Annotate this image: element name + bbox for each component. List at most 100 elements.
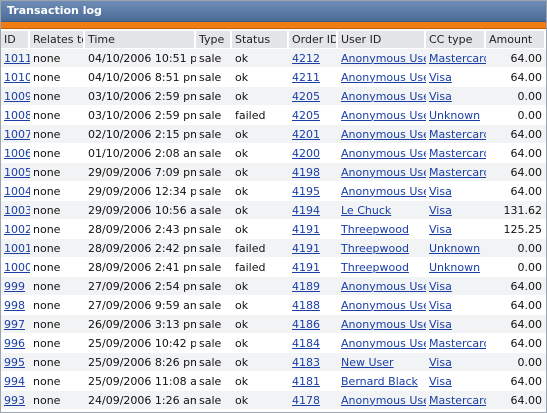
cc-type-link[interactable]: Visa bbox=[429, 90, 452, 103]
transaction-id-link[interactable]: 1009 bbox=[4, 90, 30, 103]
id-cell: 998 bbox=[1, 296, 30, 315]
transaction-id-link[interactable]: 1001 bbox=[4, 242, 30, 255]
column-header-cc-type[interactable]: CC type bbox=[426, 31, 486, 49]
column-header-amount[interactable]: Amount bbox=[486, 31, 546, 49]
cc-type-link[interactable]: Mastercard bbox=[429, 394, 486, 407]
cc-cell: Visa bbox=[426, 296, 486, 315]
order-id-link[interactable]: 4188 bbox=[292, 299, 320, 312]
user-id-link[interactable]: Anonymous User bbox=[341, 166, 426, 179]
amount-cell: 131.62 bbox=[503, 203, 543, 217]
transaction-id-link[interactable]: 998 bbox=[4, 299, 25, 312]
cc-type-link[interactable]: Mastercard bbox=[429, 147, 486, 160]
transaction-id-link[interactable]: 1003 bbox=[4, 204, 30, 217]
cc-type-link[interactable]: Visa bbox=[429, 375, 452, 388]
transaction-id-link[interactable]: 994 bbox=[4, 375, 25, 388]
order-id-link[interactable]: 4201 bbox=[292, 128, 320, 141]
order-id-link[interactable]: 4198 bbox=[292, 166, 320, 179]
amount-cell: 0.00 bbox=[486, 258, 546, 277]
order-id-link[interactable]: 4189 bbox=[292, 280, 320, 293]
order-id-link[interactable]: 4191 bbox=[292, 242, 320, 255]
user-id-link[interactable]: Anonymous User bbox=[341, 109, 426, 122]
transaction-id-link[interactable]: 1006 bbox=[4, 147, 30, 160]
user-id-link[interactable]: Anonymous User bbox=[341, 147, 426, 160]
column-header-relates-to[interactable]: Relates to bbox=[30, 31, 85, 49]
transaction-id-link[interactable]: 1007 bbox=[4, 128, 30, 141]
order-id-link[interactable]: 4191 bbox=[292, 223, 320, 236]
cc-type-link[interactable]: Visa bbox=[429, 71, 452, 84]
order-id-link[interactable]: 4200 bbox=[292, 147, 320, 160]
column-header-user-id[interactable]: User ID bbox=[338, 31, 426, 49]
transaction-id-link[interactable]: 1008 bbox=[4, 109, 30, 122]
user-id-link[interactable]: New User bbox=[341, 356, 394, 369]
cc-cell: Visa bbox=[426, 220, 486, 239]
cc-type-link[interactable]: Mastercard bbox=[429, 337, 486, 350]
user-id-link[interactable]: Anonymous User bbox=[341, 280, 426, 293]
transaction-id-link[interactable]: 997 bbox=[4, 318, 25, 331]
column-header-type[interactable]: Type bbox=[196, 31, 232, 49]
cc-cell: Visa bbox=[426, 201, 486, 220]
cc-type-link[interactable]: Mastercard bbox=[429, 166, 486, 179]
cc-type-link[interactable]: Visa bbox=[429, 318, 452, 331]
cc-type-link[interactable]: Visa bbox=[429, 299, 452, 312]
column-header-time[interactable]: Time bbox=[85, 31, 196, 49]
id-cell: 1004 bbox=[1, 182, 30, 201]
cc-type-link[interactable]: Mastercard bbox=[429, 128, 486, 141]
user-id-link[interactable]: Anonymous User bbox=[341, 185, 426, 198]
user-id-link[interactable]: Anonymous User bbox=[341, 52, 426, 65]
transaction-id-link[interactable]: 1000 bbox=[4, 261, 30, 274]
transaction-id-link[interactable]: 999 bbox=[4, 280, 25, 293]
transaction-id-link[interactable]: 1011 bbox=[4, 52, 30, 65]
user-id-link[interactable]: Threepwood bbox=[341, 242, 409, 255]
relates-cell: none bbox=[30, 125, 85, 144]
cc-type-link[interactable]: Unknown bbox=[429, 261, 480, 274]
user-id-link[interactable]: Bernard Black bbox=[341, 375, 418, 388]
relates-to-cell: none bbox=[33, 222, 61, 236]
user-id-link[interactable]: Threepwood bbox=[341, 261, 409, 274]
user-id-link[interactable]: Anonymous User bbox=[341, 318, 426, 331]
column-header-status[interactable]: Status bbox=[232, 31, 289, 49]
order-id-link[interactable]: 4211 bbox=[292, 71, 320, 84]
order-id-link[interactable]: 4181 bbox=[292, 375, 320, 388]
transaction-id-link[interactable]: 1004 bbox=[4, 185, 30, 198]
transaction-id-link[interactable]: 1002 bbox=[4, 223, 30, 236]
order-id-link[interactable]: 4205 bbox=[292, 109, 320, 122]
cc-type-link[interactable]: Visa bbox=[429, 185, 452, 198]
order-cell: 4194 bbox=[289, 201, 338, 220]
column-header-id[interactable]: ID bbox=[1, 31, 30, 49]
order-id-link[interactable]: 4178 bbox=[292, 394, 320, 407]
order-id-link[interactable]: 4212 bbox=[292, 52, 320, 65]
order-id-link[interactable]: 4194 bbox=[292, 204, 320, 217]
user-cell: Anonymous User bbox=[338, 49, 426, 68]
user-id-link[interactable]: Threepwood bbox=[341, 223, 409, 236]
cc-type-link[interactable]: Visa bbox=[429, 280, 452, 293]
order-id-link[interactable]: 4205 bbox=[292, 90, 320, 103]
id-cell: 1010 bbox=[1, 68, 30, 87]
column-header-order-id[interactable]: Order ID bbox=[289, 31, 338, 49]
cc-type-link[interactable]: Visa bbox=[429, 356, 452, 369]
transaction-id-link[interactable]: 996 bbox=[4, 337, 25, 350]
time-cell: 26/09/2006 3:13 pm bbox=[85, 315, 196, 334]
type-cell: sale bbox=[199, 241, 222, 255]
cc-type-link[interactable]: Visa bbox=[429, 223, 452, 236]
cc-type-link[interactable]: Mastercard bbox=[429, 52, 486, 65]
amount-cell: 64.00 bbox=[486, 68, 546, 87]
user-id-link[interactable]: Anonymous User bbox=[341, 394, 426, 407]
order-id-link[interactable]: 4195 bbox=[292, 185, 320, 198]
order-id-link[interactable]: 4183 bbox=[292, 356, 320, 369]
transaction-id-link[interactable]: 995 bbox=[4, 356, 25, 369]
user-id-link[interactable]: Anonymous User bbox=[341, 90, 426, 103]
order-id-link[interactable]: 4184 bbox=[292, 337, 320, 350]
cc-type-link[interactable]: Unknown bbox=[429, 242, 480, 255]
order-id-link[interactable]: 4186 bbox=[292, 318, 320, 331]
user-id-link[interactable]: Le Chuck bbox=[341, 204, 391, 217]
transaction-id-link[interactable]: 993 bbox=[4, 394, 25, 407]
cc-type-link[interactable]: Visa bbox=[429, 204, 452, 217]
user-id-link[interactable]: Anonymous User bbox=[341, 299, 426, 312]
cc-type-link[interactable]: Unknown bbox=[429, 109, 480, 122]
user-id-link[interactable]: Anonymous User bbox=[341, 71, 426, 84]
transaction-id-link[interactable]: 1005 bbox=[4, 166, 30, 179]
user-id-link[interactable]: Anonymous User bbox=[341, 128, 426, 141]
transaction-id-link[interactable]: 1010 bbox=[4, 71, 30, 84]
user-id-link[interactable]: Anonymous User bbox=[341, 337, 426, 350]
order-id-link[interactable]: 4191 bbox=[292, 261, 320, 274]
